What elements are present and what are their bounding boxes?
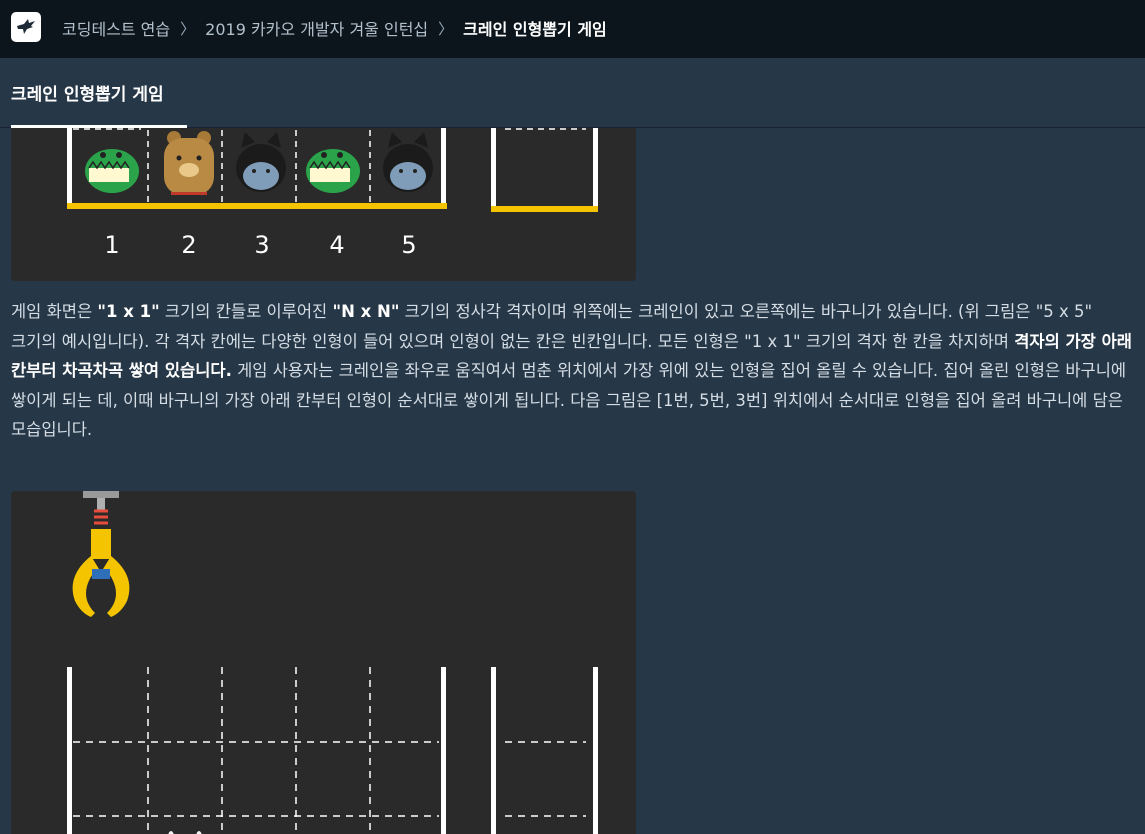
- breadcrumb: 코딩테스트 연습 〉 2019 카카오 개발자 겨울 인턴십 〉 크레인 인형뽑…: [62, 16, 607, 40]
- description-text: 게임 화면은: [11, 302, 98, 321]
- breadcrumb-separator: 〉: [438, 19, 454, 38]
- figure-grid-example: 1 2 3 4 5: [11, 128, 636, 281]
- tab-problem[interactable]: 크레인 인형뽑기 게임: [11, 80, 164, 105]
- column-number: 4: [329, 231, 344, 259]
- problem-content: 1 2 3 4 5 게임 화면은 "1 x 1" 크기의 칸들로 이루어진 "N…: [0, 128, 1145, 834]
- doll-bear-icon: [164, 131, 214, 195]
- breadcrumb-item-kakao-internship[interactable]: 2019 카카오 개발자 겨울 인턴십: [205, 16, 428, 40]
- column-number: 2: [181, 231, 196, 259]
- doll-cat-icon: [383, 132, 433, 192]
- doll-cat-icon: [236, 132, 286, 192]
- column-number: 3: [254, 231, 269, 259]
- problem-description: 게임 화면은 "1 x 1" 크기의 칸들로 이루어진 "N x N" 크기의 …: [11, 297, 1136, 445]
- doll-dino-icon: [306, 149, 360, 193]
- breadcrumb-separator: 〉: [180, 19, 196, 38]
- description-bold: "N x N": [332, 302, 400, 321]
- programmers-logo-icon[interactable]: [11, 12, 41, 42]
- tab-bar: 크레인 인형뽑기 게임: [0, 58, 1145, 128]
- column-number: 1: [104, 231, 119, 259]
- column-number: 5: [401, 231, 416, 259]
- figure-crane-example: [11, 491, 636, 834]
- breadcrumb-item-practice[interactable]: 코딩테스트 연습: [62, 16, 170, 40]
- description-text: 크기의 칸들로 이루어진: [159, 302, 333, 321]
- top-navigation-bar: 코딩테스트 연습 〉 2019 카카오 개발자 겨울 인턴십 〉 크레인 인형뽑…: [0, 0, 1145, 58]
- crane-claw-icon: [72, 491, 130, 617]
- doll-dino-icon: [85, 149, 139, 193]
- description-bold: "1 x 1": [97, 302, 160, 321]
- breadcrumb-item-current: 크레인 인형뽑기 게임: [463, 20, 607, 39]
